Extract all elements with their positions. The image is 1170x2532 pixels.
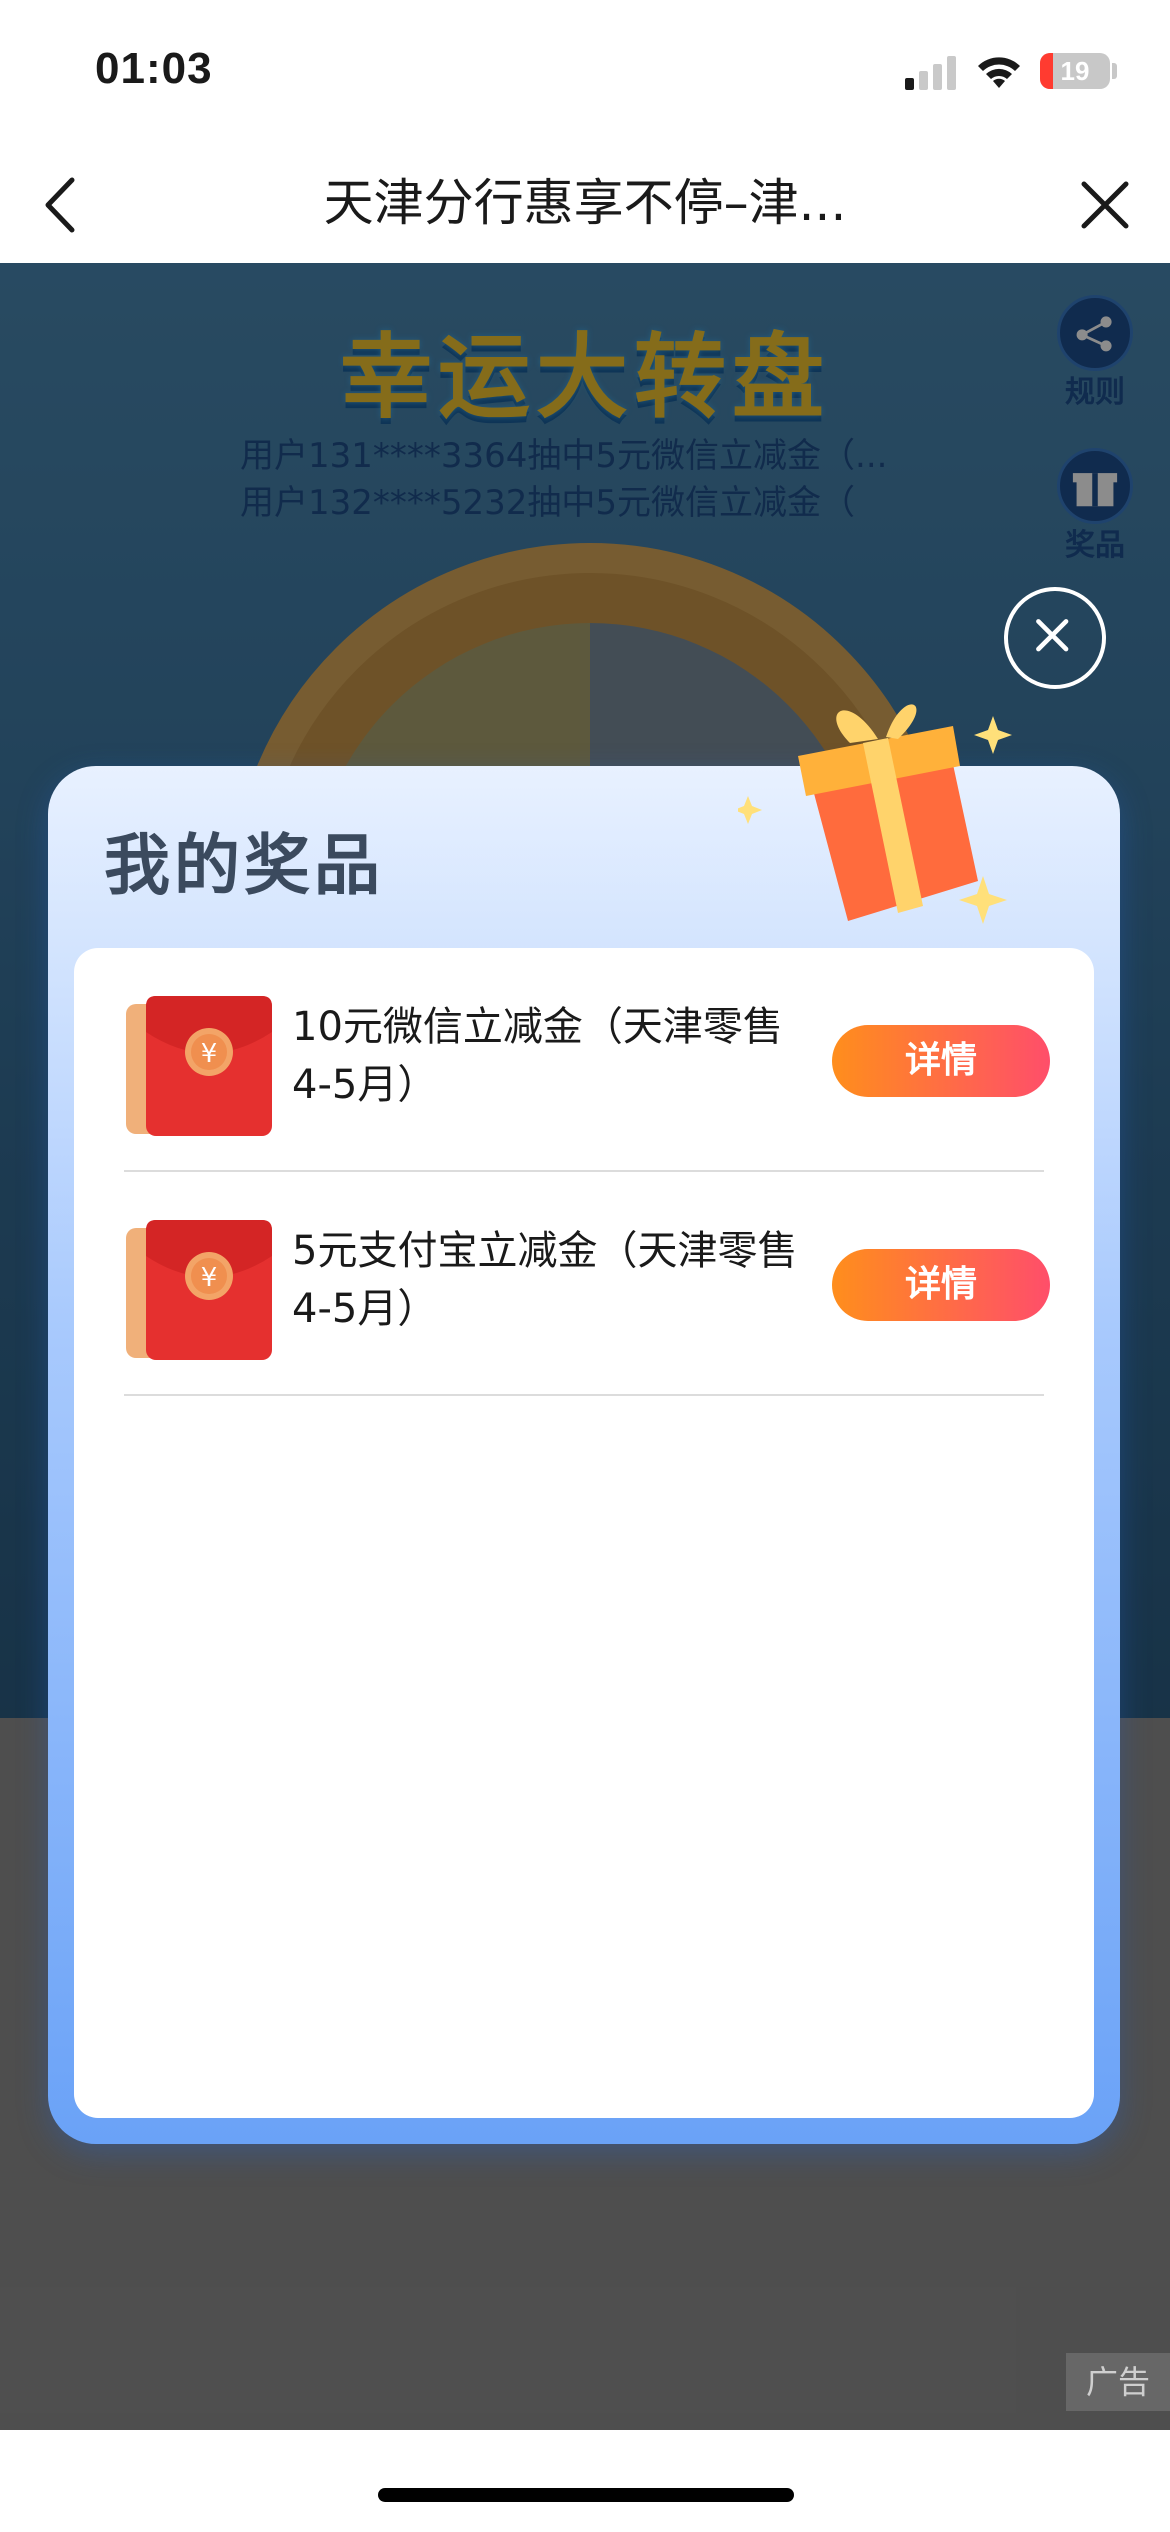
close-icon[interactable] bbox=[1070, 170, 1140, 240]
gift-box-icon bbox=[738, 704, 1012, 924]
details-button[interactable]: 详情 bbox=[832, 1025, 1050, 1097]
battery-icon: 19 bbox=[1040, 53, 1110, 89]
chevron-left-icon[interactable] bbox=[30, 170, 100, 240]
wifi-icon bbox=[978, 57, 1020, 88]
prize-name: 10元微信立减金（天津零售4-5月） bbox=[292, 1004, 783, 1108]
close-circle-icon[interactable] bbox=[1004, 587, 1106, 689]
signal-icon bbox=[905, 56, 957, 90]
page-title: 天津分行惠享不停–津... bbox=[323, 174, 847, 232]
prize-list-item: ¥ 10元微信立减金（天津零售4-5月） 详情 bbox=[124, 948, 1050, 1172]
svg-text:¥: ¥ bbox=[201, 1039, 218, 1069]
battery-level: 19 bbox=[1060, 56, 1090, 86]
red-envelope-icon: ¥ bbox=[126, 1220, 272, 1360]
battery-nub bbox=[1112, 63, 1117, 79]
prize-list-item: ¥ 5元支付宝立减金（天津零售4-5月） 详情 bbox=[124, 1172, 1050, 1396]
ad-label: 广告 bbox=[1066, 2353, 1170, 2411]
dialog-title: 我的奖品 bbox=[104, 827, 384, 904]
bottom-safe-area bbox=[0, 2430, 1170, 2532]
details-button[interactable]: 详情 bbox=[832, 1249, 1050, 1321]
prize-name: 5元支付宝立减金（天津零售4-5月） bbox=[292, 1228, 798, 1332]
prize-list-panel: ¥ 10元微信立减金（天津零售4-5月） 详情 ¥ 5元支付宝立减金（天津零售4… bbox=[74, 948, 1094, 2118]
home-indicator[interactable] bbox=[378, 2488, 794, 2502]
my-prizes-dialog: 我的奖品 ¥ 10元微信立减金（天津零售4-5月） 详情 ¥ 5元支付宝立减金（… bbox=[48, 704, 1120, 2144]
status-time: 01:03 bbox=[95, 44, 213, 93]
svg-text:¥: ¥ bbox=[201, 1263, 218, 1293]
red-envelope-icon: ¥ bbox=[126, 996, 272, 1136]
status-bar: 01:03 19 bbox=[0, 0, 1170, 145]
nav-bar: 天津分行惠享不停–津... bbox=[0, 145, 1170, 263]
